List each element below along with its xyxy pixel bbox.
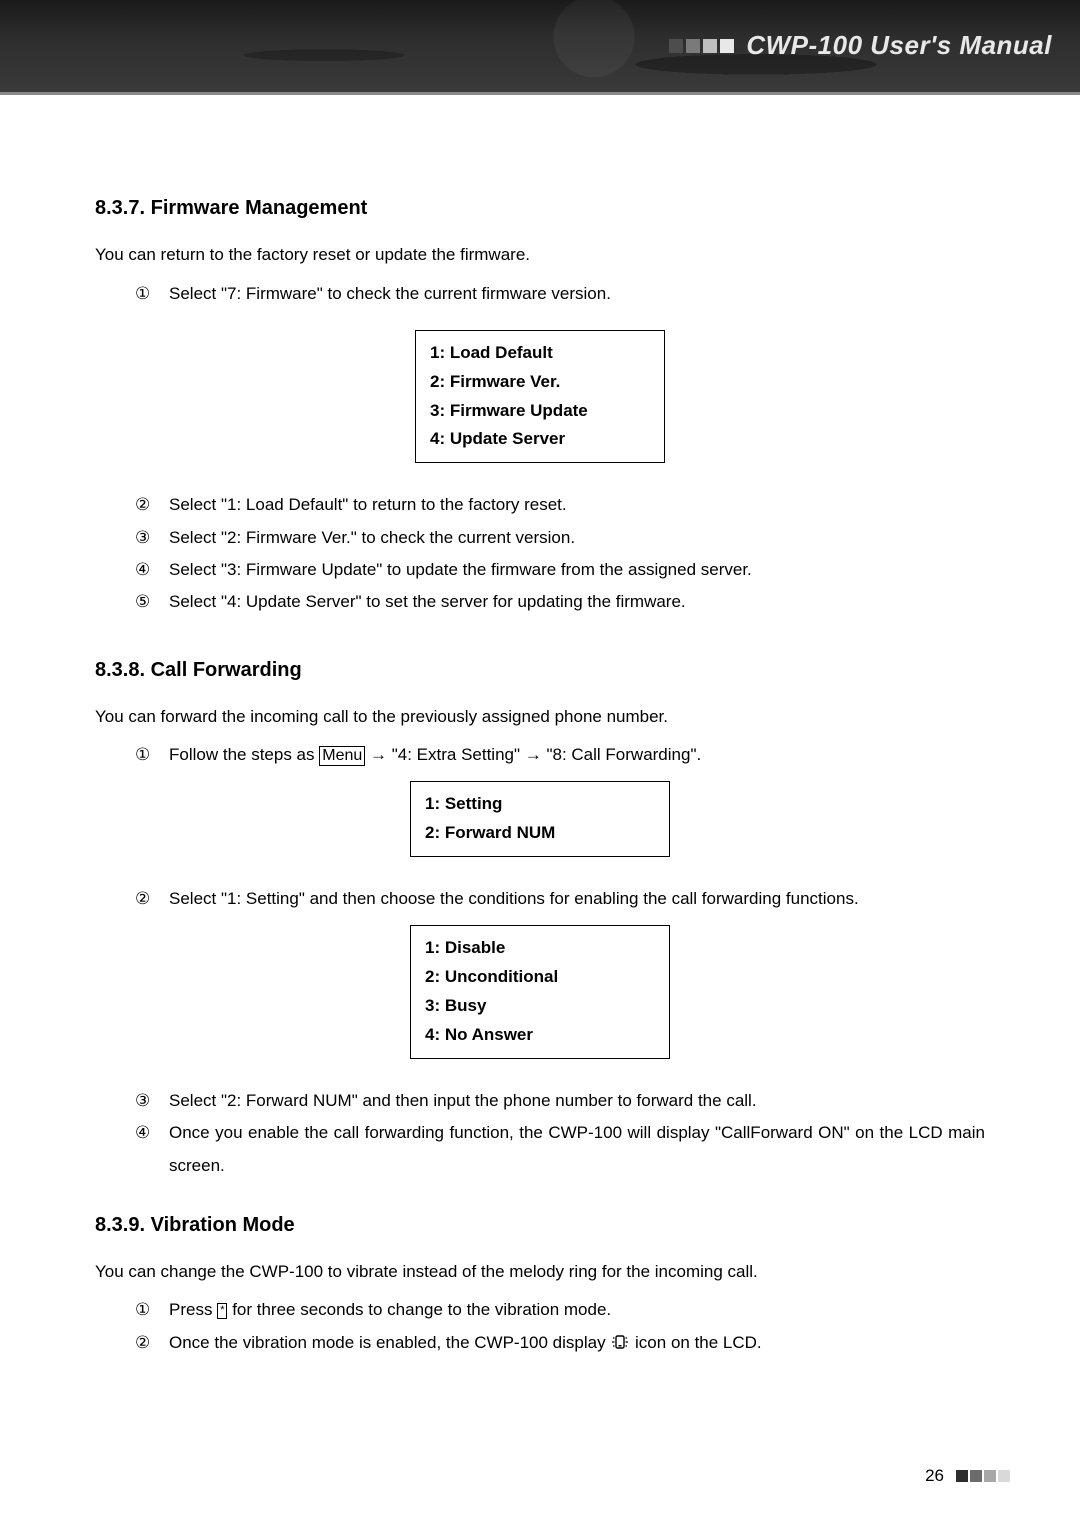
step-text: Select "2: Forward NUM" and then input t… — [169, 1091, 757, 1110]
firmware-steps-1: ① Select "7: Firmware" to check the curr… — [135, 278, 985, 310]
firmware-menu-box: 1: Load Default 2: Firmware Ver. 3: Firm… — [415, 330, 665, 464]
step-number-icon: ③ — [135, 1085, 150, 1117]
firmware-step-2: ② Select "1: Load Default" to return to … — [135, 489, 985, 521]
step-text-pre: Once the vibration mode is enabled, the … — [169, 1333, 610, 1352]
callfwd-step-2: ② Select "1: Setting" and then choose th… — [135, 883, 985, 915]
firmware-step-3: ③ Select "2: Firmware Ver." to check the… — [135, 522, 985, 554]
content: 8.3.7. Firmware Management You can retur… — [0, 95, 1080, 1361]
step-number-icon: ① — [135, 739, 150, 771]
step-number-icon: ② — [135, 883, 150, 915]
vibration-heading: 8.3.9. Vibration Mode — [95, 1214, 985, 1237]
step-text: Select "7: Firmware" to check the curren… — [169, 284, 611, 303]
logo-squares-icon — [669, 39, 734, 53]
step-number-icon: ② — [135, 489, 150, 521]
vibration-step-1: ① Press * for three seconds to change to… — [135, 1294, 985, 1326]
callfwd-steps-3: ③ Select "2: Forward NUM" and then input… — [135, 1085, 985, 1182]
header-title-container: CWP-100 User's Manual — [669, 30, 1052, 61]
step-text-pre: Press — [169, 1300, 217, 1319]
callfwd-menu1-box: 1: Setting 2: Forward NUM — [410, 781, 670, 857]
step-number-icon: ① — [135, 1294, 150, 1326]
step-number-icon: ④ — [135, 554, 150, 586]
menu-row: 3: Firmware Update — [430, 397, 650, 426]
step-text-post: icon on the LCD. — [635, 1333, 762, 1352]
step-text: Select "2: Firmware Ver." to check the c… — [169, 528, 575, 547]
menu-row: 1: Load Default — [430, 339, 650, 368]
menu-row: 1: Setting — [425, 790, 655, 819]
step-number-icon: ① — [135, 278, 150, 310]
firmware-steps-2: ② Select "1: Load Default" to return to … — [135, 489, 985, 618]
menu-key: Menu — [319, 746, 365, 766]
callfwd-menu2-box: 1: Disable 2: Unconditional 3: Busy 4: N… — [410, 925, 670, 1059]
menu-row: 1: Disable — [425, 934, 655, 963]
page-number: 26 — [925, 1466, 944, 1486]
callfwd-step-4: ④ Once you enable the call forwarding fu… — [135, 1117, 985, 1182]
vibration-intro: You can change the CWP-100 to vibrate in… — [95, 1259, 985, 1285]
menu-row: 3: Busy — [425, 992, 655, 1021]
firmware-heading: 8.3.7. Firmware Management — [95, 197, 985, 220]
vibration-icon — [610, 1329, 630, 1361]
step-number-icon: ② — [135, 1327, 150, 1359]
step-number-icon: ③ — [135, 522, 150, 554]
header-band: CWP-100 User's Manual — [0, 0, 1080, 95]
step-number-icon: ⑤ — [135, 586, 150, 618]
callfwd-step-3: ③ Select "2: Forward NUM" and then input… — [135, 1085, 985, 1117]
menu-row: 2: Forward NUM — [425, 819, 655, 848]
step-number-icon: ④ — [135, 1117, 150, 1149]
star-key: * — [217, 1303, 227, 1319]
callfwd-steps-2: ② Select "1: Setting" and then choose th… — [135, 883, 985, 915]
step-text: Select "1: Load Default" to return to th… — [169, 495, 567, 514]
firmware-step-5: ⑤ Select "4: Update Server" to set the s… — [135, 586, 985, 618]
firmware-step-4: ④ Select "3: Firmware Update" to update … — [135, 554, 985, 586]
header-title-text: CWP-100 User's Manual — [746, 30, 1052, 61]
step-text-pre: Follow the steps as — [169, 745, 319, 764]
step-text: Once you enable the call forwarding func… — [169, 1123, 985, 1174]
footer-squares-icon — [956, 1470, 1010, 1482]
step-text: Select "3: Firmware Update" to update th… — [169, 560, 752, 579]
page: CWP-100 User's Manual 8.3.7. Firmware Ma… — [0, 0, 1080, 1528]
menu-row: 2: Unconditional — [425, 963, 655, 992]
step-text-post: for three seconds to change to the vibra… — [227, 1300, 611, 1319]
menu-row: 4: Update Server — [430, 425, 650, 454]
step-text: Select "4: Update Server" to set the ser… — [169, 592, 686, 611]
page-footer: 26 — [925, 1466, 1010, 1486]
callfwd-intro: You can forward the incoming call to the… — [95, 704, 985, 730]
callfwd-step-1: ① Follow the steps as Menu → "4: Extra S… — [135, 739, 985, 771]
vibration-step-2: ② Once the vibration mode is enabled, th… — [135, 1327, 985, 1361]
vibration-steps: ① Press * for three seconds to change to… — [135, 1294, 985, 1361]
step-text: Select "1: Setting" and then choose the … — [169, 889, 859, 908]
menu-row: 4: No Answer — [425, 1021, 655, 1050]
menu-row: 2: Firmware Ver. — [430, 368, 650, 397]
callfwd-heading: 8.3.8. Call Forwarding — [95, 659, 985, 682]
firmware-step-1: ① Select "7: Firmware" to check the curr… — [135, 278, 985, 310]
callfwd-steps-1: ① Follow the steps as Menu → "4: Extra S… — [135, 739, 985, 771]
firmware-intro: You can return to the factory reset or u… — [95, 242, 985, 268]
step-text-post: → "4: Extra Setting" → "8: Call Forwardi… — [365, 745, 701, 764]
